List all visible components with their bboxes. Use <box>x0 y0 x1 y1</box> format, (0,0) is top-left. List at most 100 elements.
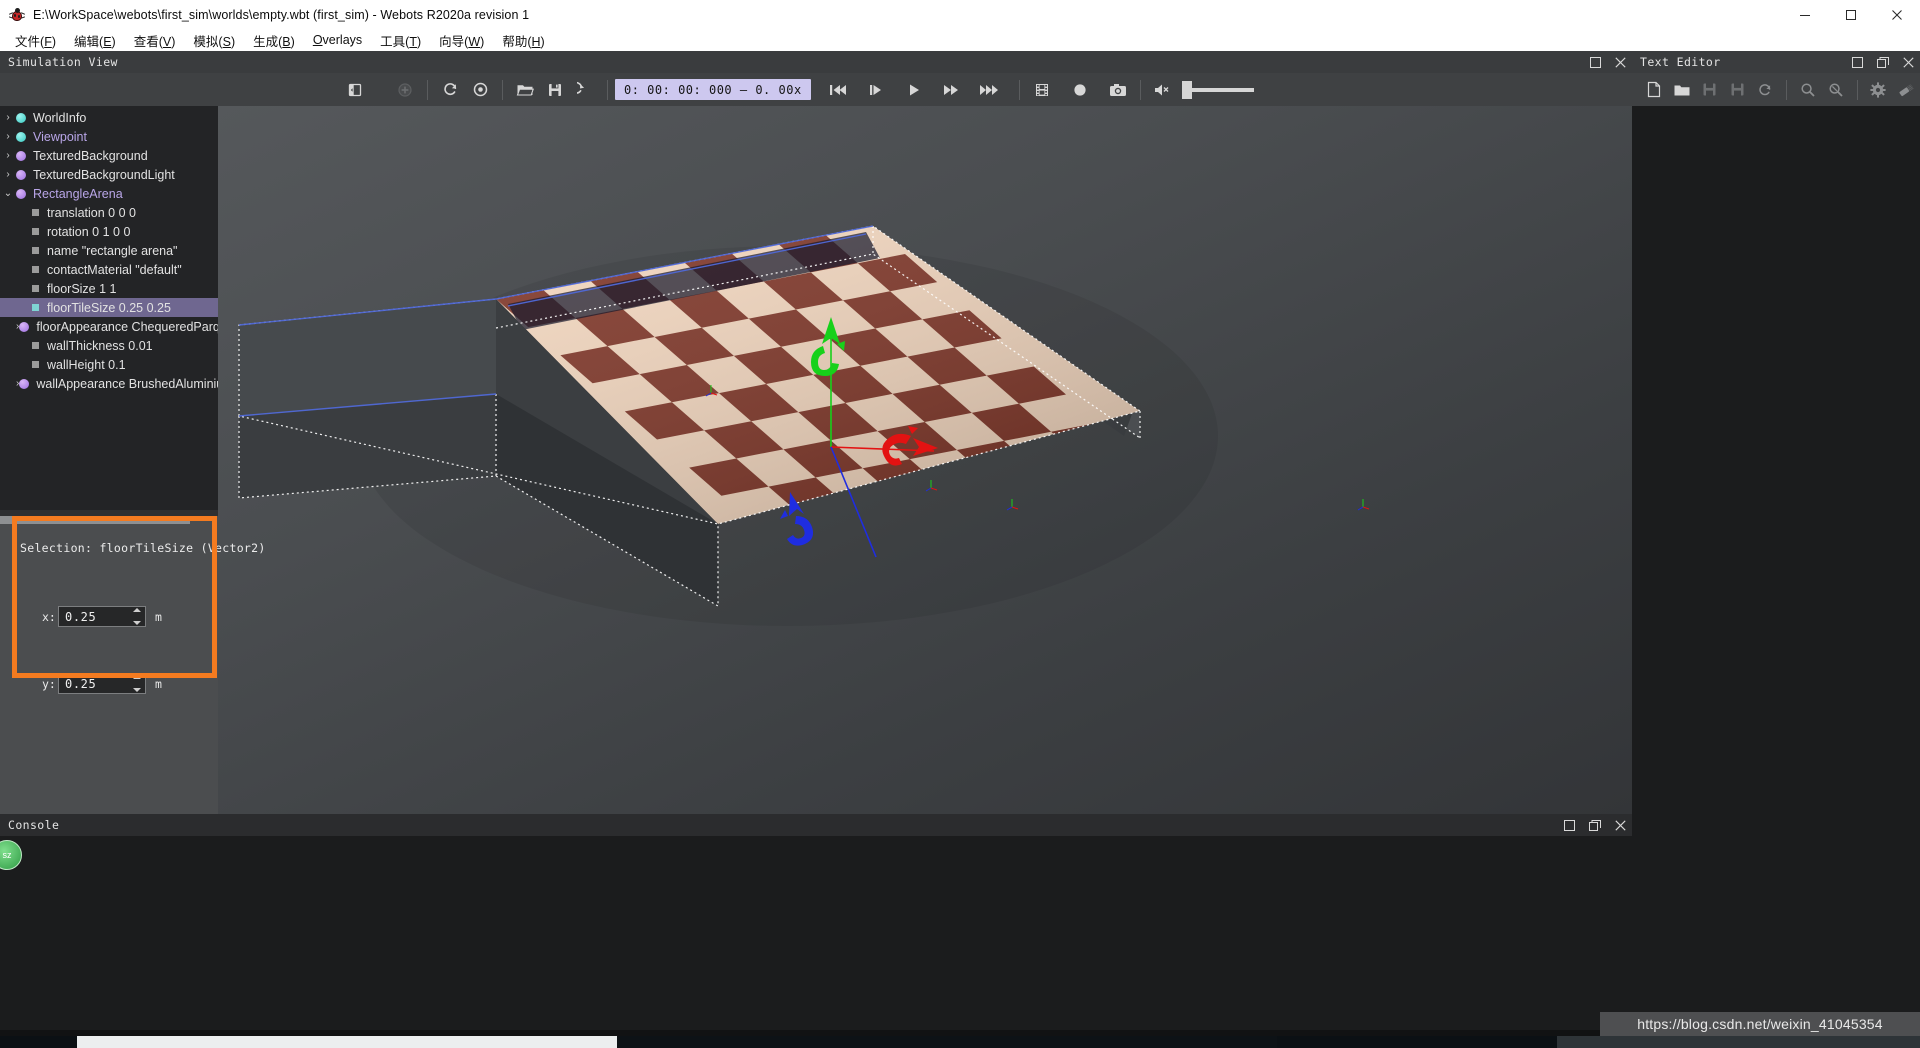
menu-overlays[interactable]: Overlays <box>304 31 371 49</box>
find-icon[interactable] <box>1794 76 1822 104</box>
text-editor-content[interactable] <box>1632 106 1920 1030</box>
scene-tree-row[interactable]: rotation 0 1 0 0 <box>0 222 218 241</box>
find-replace-icon[interactable] <box>1822 76 1850 104</box>
clean-icon[interactable] <box>1892 76 1920 104</box>
open-file-icon[interactable] <box>1668 76 1696 104</box>
save-world-icon[interactable] <box>540 76 570 104</box>
scene-tree-row[interactable]: floorSize 1 1 <box>0 279 218 298</box>
text-editor-close-icon[interactable] <box>1903 56 1914 68</box>
new-file-icon[interactable] <box>1640 76 1668 104</box>
scene-tree-row[interactable]: floorTileSize 0.25 0.25 <box>0 298 218 317</box>
build-gear-icon[interactable] <box>1864 76 1892 104</box>
taskbar-tray[interactable] <box>1557 1036 1920 1048</box>
taskbar-start[interactable] <box>0 1036 77 1048</box>
save-file-icon[interactable] <box>1696 76 1724 104</box>
scene-tree-row[interactable]: contactMaterial "default" <box>0 260 218 279</box>
chevron-right-icon[interactable]: › <box>0 112 16 123</box>
field-y-label: y: <box>42 676 56 691</box>
scene-tree-row-label: TexturedBackgroundLight <box>33 167 175 182</box>
simulation-float-icon[interactable] <box>1590 56 1601 68</box>
revert-file-icon[interactable] <box>1751 76 1779 104</box>
field-y-input[interactable] <box>65 676 129 691</box>
chevron-right-icon[interactable]: › <box>0 131 16 142</box>
revert-world-icon[interactable] <box>570 76 600 104</box>
scene-tree-row[interactable]: › TexturedBackground <box>0 146 218 165</box>
scene-tree-row[interactable]: › TexturedBackgroundLight <box>0 165 218 184</box>
scene-tree-row[interactable]: ⌄ RectangleArena <box>0 184 218 203</box>
fast-forward-icon[interactable] <box>937 76 967 104</box>
menu-build[interactable]: 生成(B) <box>244 29 304 52</box>
field-x-spin-arrows[interactable] <box>130 608 143 625</box>
field-bullet-icon <box>32 247 39 254</box>
volume-slider[interactable] <box>1181 80 1254 99</box>
reload-world-icon[interactable] <box>435 76 465 104</box>
run-icon[interactable] <box>975 76 1005 104</box>
field-editor-scrollbar[interactable] <box>0 516 190 524</box>
field-bullet-icon <box>32 285 39 292</box>
menu-simulation[interactable]: 模拟(S) <box>184 29 244 52</box>
text-editor-float-icon[interactable] <box>1852 56 1863 68</box>
console-close-icon[interactable] <box>1615 819 1626 831</box>
menu-edit[interactable]: 编辑(E) <box>65 29 125 52</box>
screenshot-icon[interactable] <box>1103 76 1133 104</box>
console-output[interactable] <box>0 836 1632 1030</box>
menu-file[interactable]: 文件(F) <box>6 29 65 52</box>
field-row-y: y: m <box>42 673 162 694</box>
menu-edit-label: 编辑 <box>74 34 100 49</box>
console-float-icon[interactable] <box>1564 819 1575 831</box>
field-x-spinbox[interactable] <box>58 606 146 627</box>
minimize-button[interactable] <box>1782 0 1828 29</box>
scene-tree-row-label: name "rectangle arena" <box>47 243 178 258</box>
3d-viewport[interactable] <box>218 106 1632 814</box>
add-node-icon[interactable] <box>390 76 420 104</box>
step-icon[interactable] <box>861 76 891 104</box>
field-x-unit: m <box>155 609 162 624</box>
arena-scene <box>238 225 1370 626</box>
scene-tree-row[interactable]: › Viewpoint <box>0 127 218 146</box>
chevron-down-icon[interactable]: ⌄ <box>0 188 16 199</box>
chevron-right-icon[interactable]: › <box>0 150 16 161</box>
window-titlebar: E:\WorkSpace\webots\first_sim\worlds\emp… <box>0 0 1920 29</box>
scene-tree-row-label: contactMaterial "default" <box>47 262 182 277</box>
close-button[interactable] <box>1874 0 1920 29</box>
scene-tree-row-label: floorSize 1 1 <box>47 281 117 296</box>
scene-tree-row[interactable]: › floorAppearance ChequeredParqu <box>0 317 218 336</box>
taskbar-item-3[interactable] <box>1277 1036 1557 1048</box>
taskbar-item-2[interactable] <box>617 1036 1277 1048</box>
scene-tree-row[interactable]: › WorldInfo <box>0 108 218 127</box>
simulation-close-icon[interactable] <box>1615 56 1626 68</box>
menu-view[interactable]: 查看(V) <box>125 29 185 52</box>
taskbar-item-active[interactable] <box>77 1036 617 1048</box>
open-world-icon[interactable] <box>510 76 540 104</box>
text-editor-header: Text Editor <box>1632 51 1920 73</box>
rewind-icon[interactable] <box>823 76 853 104</box>
scene-tree-row[interactable]: wallThickness 0.01 <box>0 336 218 355</box>
field-x-input[interactable] <box>65 609 129 624</box>
chevron-right-icon[interactable]: › <box>0 169 16 180</box>
console-title: Console <box>8 818 60 832</box>
mute-icon[interactable] <box>1148 76 1178 104</box>
scene-tree-row[interactable]: wallHeight 0.1 <box>0 355 218 374</box>
save-all-icon[interactable] <box>1723 76 1751 104</box>
reset-simulation-icon[interactable] <box>465 76 495 104</box>
node-bullet-icon <box>16 188 26 199</box>
toggle-scene-tree-icon[interactable] <box>340 76 370 104</box>
console-restore-icon[interactable] <box>1589 819 1601 831</box>
maximize-button[interactable] <box>1828 0 1874 29</box>
field-y-spin-arrows[interactable] <box>130 675 143 692</box>
movie-icon[interactable] <box>1027 76 1057 104</box>
menu-tools[interactable]: 工具(T) <box>371 29 430 52</box>
volume-track[interactable] <box>1181 80 1254 99</box>
menu-help[interactable]: 帮助(H) <box>493 29 553 52</box>
play-icon[interactable] <box>899 76 929 104</box>
menu-wizards[interactable]: 向导(W) <box>430 29 493 52</box>
simulation-time-display[interactable]: 0: 00: 00: 000 — 0. 00x <box>615 79 811 100</box>
text-editor-restore-icon[interactable] <box>1877 56 1889 68</box>
scene-tree-row[interactable]: name "rectangle arena" <box>0 241 218 260</box>
field-y-spinbox[interactable] <box>58 673 146 694</box>
scene-tree-row[interactable]: › wallAppearance BrushedAluminiu <box>0 374 218 393</box>
field-bullet-icon <box>32 266 39 273</box>
record-icon[interactable] <box>1065 76 1095 104</box>
scene-tree-row[interactable]: translation 0 0 0 <box>0 203 218 222</box>
volume-handle[interactable] <box>1181 80 1192 99</box>
